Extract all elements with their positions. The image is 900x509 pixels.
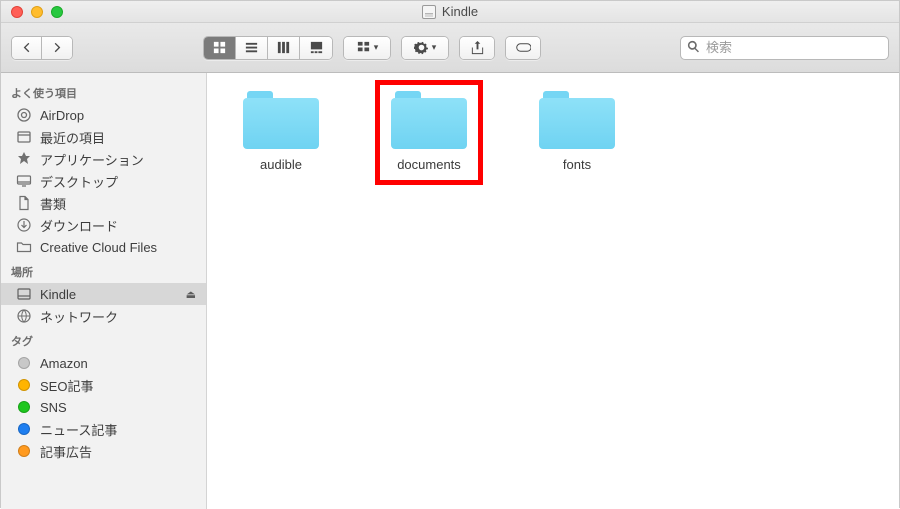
- folder-icon: [243, 91, 319, 149]
- sidebar-item-downloads[interactable]: ダウンロード: [1, 214, 206, 236]
- content-area: audible documents fonts: [207, 73, 899, 509]
- recents-icon: [15, 129, 32, 145]
- sidebar-section-locations-title: 場所: [1, 258, 206, 283]
- tag-dot-icon: [15, 401, 32, 413]
- chevron-down-icon: ▾: [374, 42, 379, 53]
- tag-dot-icon: [15, 379, 32, 391]
- documents-icon: [15, 195, 32, 211]
- sidebar-item-label: ニュース記事: [40, 420, 117, 439]
- share-icon: [470, 40, 485, 55]
- sidebar-item-label: Kindle: [40, 287, 76, 302]
- view-mode-group: [203, 36, 333, 60]
- folder-label: audible: [260, 157, 302, 172]
- sidebar-item-label: ダウンロード: [40, 216, 118, 235]
- icon-view-button[interactable]: [204, 37, 236, 59]
- desktop-icon: [15, 173, 32, 189]
- grid-icon: [212, 40, 227, 55]
- eject-icon[interactable]: ⏏: [186, 288, 196, 301]
- gear-icon: [414, 40, 429, 55]
- arrange-button[interactable]: ▾: [344, 37, 390, 59]
- sidebar-item-applications[interactable]: アプリケーション: [1, 148, 206, 170]
- sidebar-item-kindle[interactable]: Kindle ⏏: [1, 283, 206, 305]
- close-window-button[interactable]: [11, 6, 23, 18]
- edit-tags-button[interactable]: [506, 37, 540, 59]
- share-group: [459, 36, 495, 60]
- list-view-button[interactable]: [236, 37, 268, 59]
- sidebar-item-label: 最近の項目: [40, 128, 105, 147]
- folder-fonts[interactable]: fonts: [523, 91, 631, 172]
- sidebar-item-creative-cloud[interactable]: Creative Cloud Files: [1, 236, 206, 258]
- airdrop-icon: [15, 107, 32, 123]
- folder-icon: [391, 91, 467, 149]
- applications-icon: [15, 151, 32, 167]
- folder-audible[interactable]: audible: [227, 91, 335, 172]
- sidebar-item-airdrop[interactable]: AirDrop: [1, 104, 206, 126]
- sidebar-item-network[interactable]: ネットワーク: [1, 305, 206, 327]
- sidebar-item-label: デスクトップ: [40, 172, 118, 191]
- window-title-text: Kindle: [442, 4, 478, 19]
- folder-label: documents: [397, 157, 461, 172]
- folder-documents[interactable]: documents: [375, 80, 483, 185]
- nav-group: [11, 36, 73, 60]
- action-menu-button[interactable]: ▾: [402, 37, 448, 59]
- search-icon: [687, 40, 700, 56]
- maximize-window-button[interactable]: [51, 6, 63, 18]
- sidebar-item-label: ネットワーク: [40, 307, 118, 326]
- sidebar-tag-sns[interactable]: SNS: [1, 396, 206, 418]
- toolbar: ▾ ▾: [1, 23, 899, 73]
- sidebar-item-label: Amazon: [40, 356, 88, 371]
- tag-icon: [516, 40, 531, 55]
- sidebar-item-recents[interactable]: 最近の項目: [1, 126, 206, 148]
- window-title: Kindle: [1, 4, 899, 19]
- sidebar-item-desktop[interactable]: デスクトップ: [1, 170, 206, 192]
- forward-button[interactable]: [42, 37, 72, 59]
- downloads-icon: [15, 217, 32, 233]
- sidebar-tag-ads[interactable]: 記事広告: [1, 440, 206, 462]
- sidebar-item-label: SNS: [40, 400, 67, 415]
- sidebar-section-favorites-title: よく使う項目: [1, 79, 206, 104]
- chevron-right-icon: [50, 40, 65, 55]
- sidebar-tag-amazon[interactable]: Amazon: [1, 352, 206, 374]
- gallery-view-button[interactable]: [300, 37, 332, 59]
- folder-icon: [15, 239, 32, 255]
- search-input[interactable]: [706, 40, 882, 55]
- sidebar: よく使う項目 AirDrop 最近の項目 アプリケーション デスクトップ 書類 …: [1, 73, 207, 509]
- titlebar: Kindle: [1, 1, 899, 23]
- tag-dot-icon: [15, 423, 32, 435]
- sidebar-tag-news[interactable]: ニュース記事: [1, 418, 206, 440]
- chevron-down-icon: ▾: [432, 42, 437, 53]
- columns-icon: [276, 40, 291, 55]
- list-icon: [244, 40, 259, 55]
- folder-icon: [539, 91, 615, 149]
- folder-label: fonts: [563, 157, 591, 172]
- drive-icon: [422, 5, 436, 19]
- sidebar-item-label: SEO記事: [40, 376, 93, 395]
- sidebar-item-label: AirDrop: [40, 108, 84, 123]
- sidebar-item-label: Creative Cloud Files: [40, 240, 157, 255]
- network-icon: [15, 308, 32, 324]
- traffic-lights: [1, 6, 63, 18]
- minimize-window-button[interactable]: [31, 6, 43, 18]
- sidebar-item-label: アプリケーション: [40, 150, 144, 169]
- drive-icon: [15, 286, 32, 302]
- gallery-icon: [309, 40, 324, 55]
- tags-group: [505, 36, 541, 60]
- sidebar-tag-seo[interactable]: SEO記事: [1, 374, 206, 396]
- tag-dot-icon: [15, 357, 32, 369]
- arrange-icon: [356, 40, 371, 55]
- sidebar-item-label: 書類: [40, 194, 66, 213]
- chevron-left-icon: [19, 40, 34, 55]
- share-button[interactable]: [460, 37, 494, 59]
- action-group: ▾: [401, 36, 449, 60]
- sidebar-section-tags-title: タグ: [1, 327, 206, 352]
- tag-dot-icon: [15, 445, 32, 457]
- column-view-button[interactable]: [268, 37, 300, 59]
- sidebar-item-documents[interactable]: 書類: [1, 192, 206, 214]
- search-box[interactable]: [680, 36, 889, 60]
- back-button[interactable]: [12, 37, 42, 59]
- arrange-group: ▾: [343, 36, 391, 60]
- sidebar-item-label: 記事広告: [40, 442, 92, 461]
